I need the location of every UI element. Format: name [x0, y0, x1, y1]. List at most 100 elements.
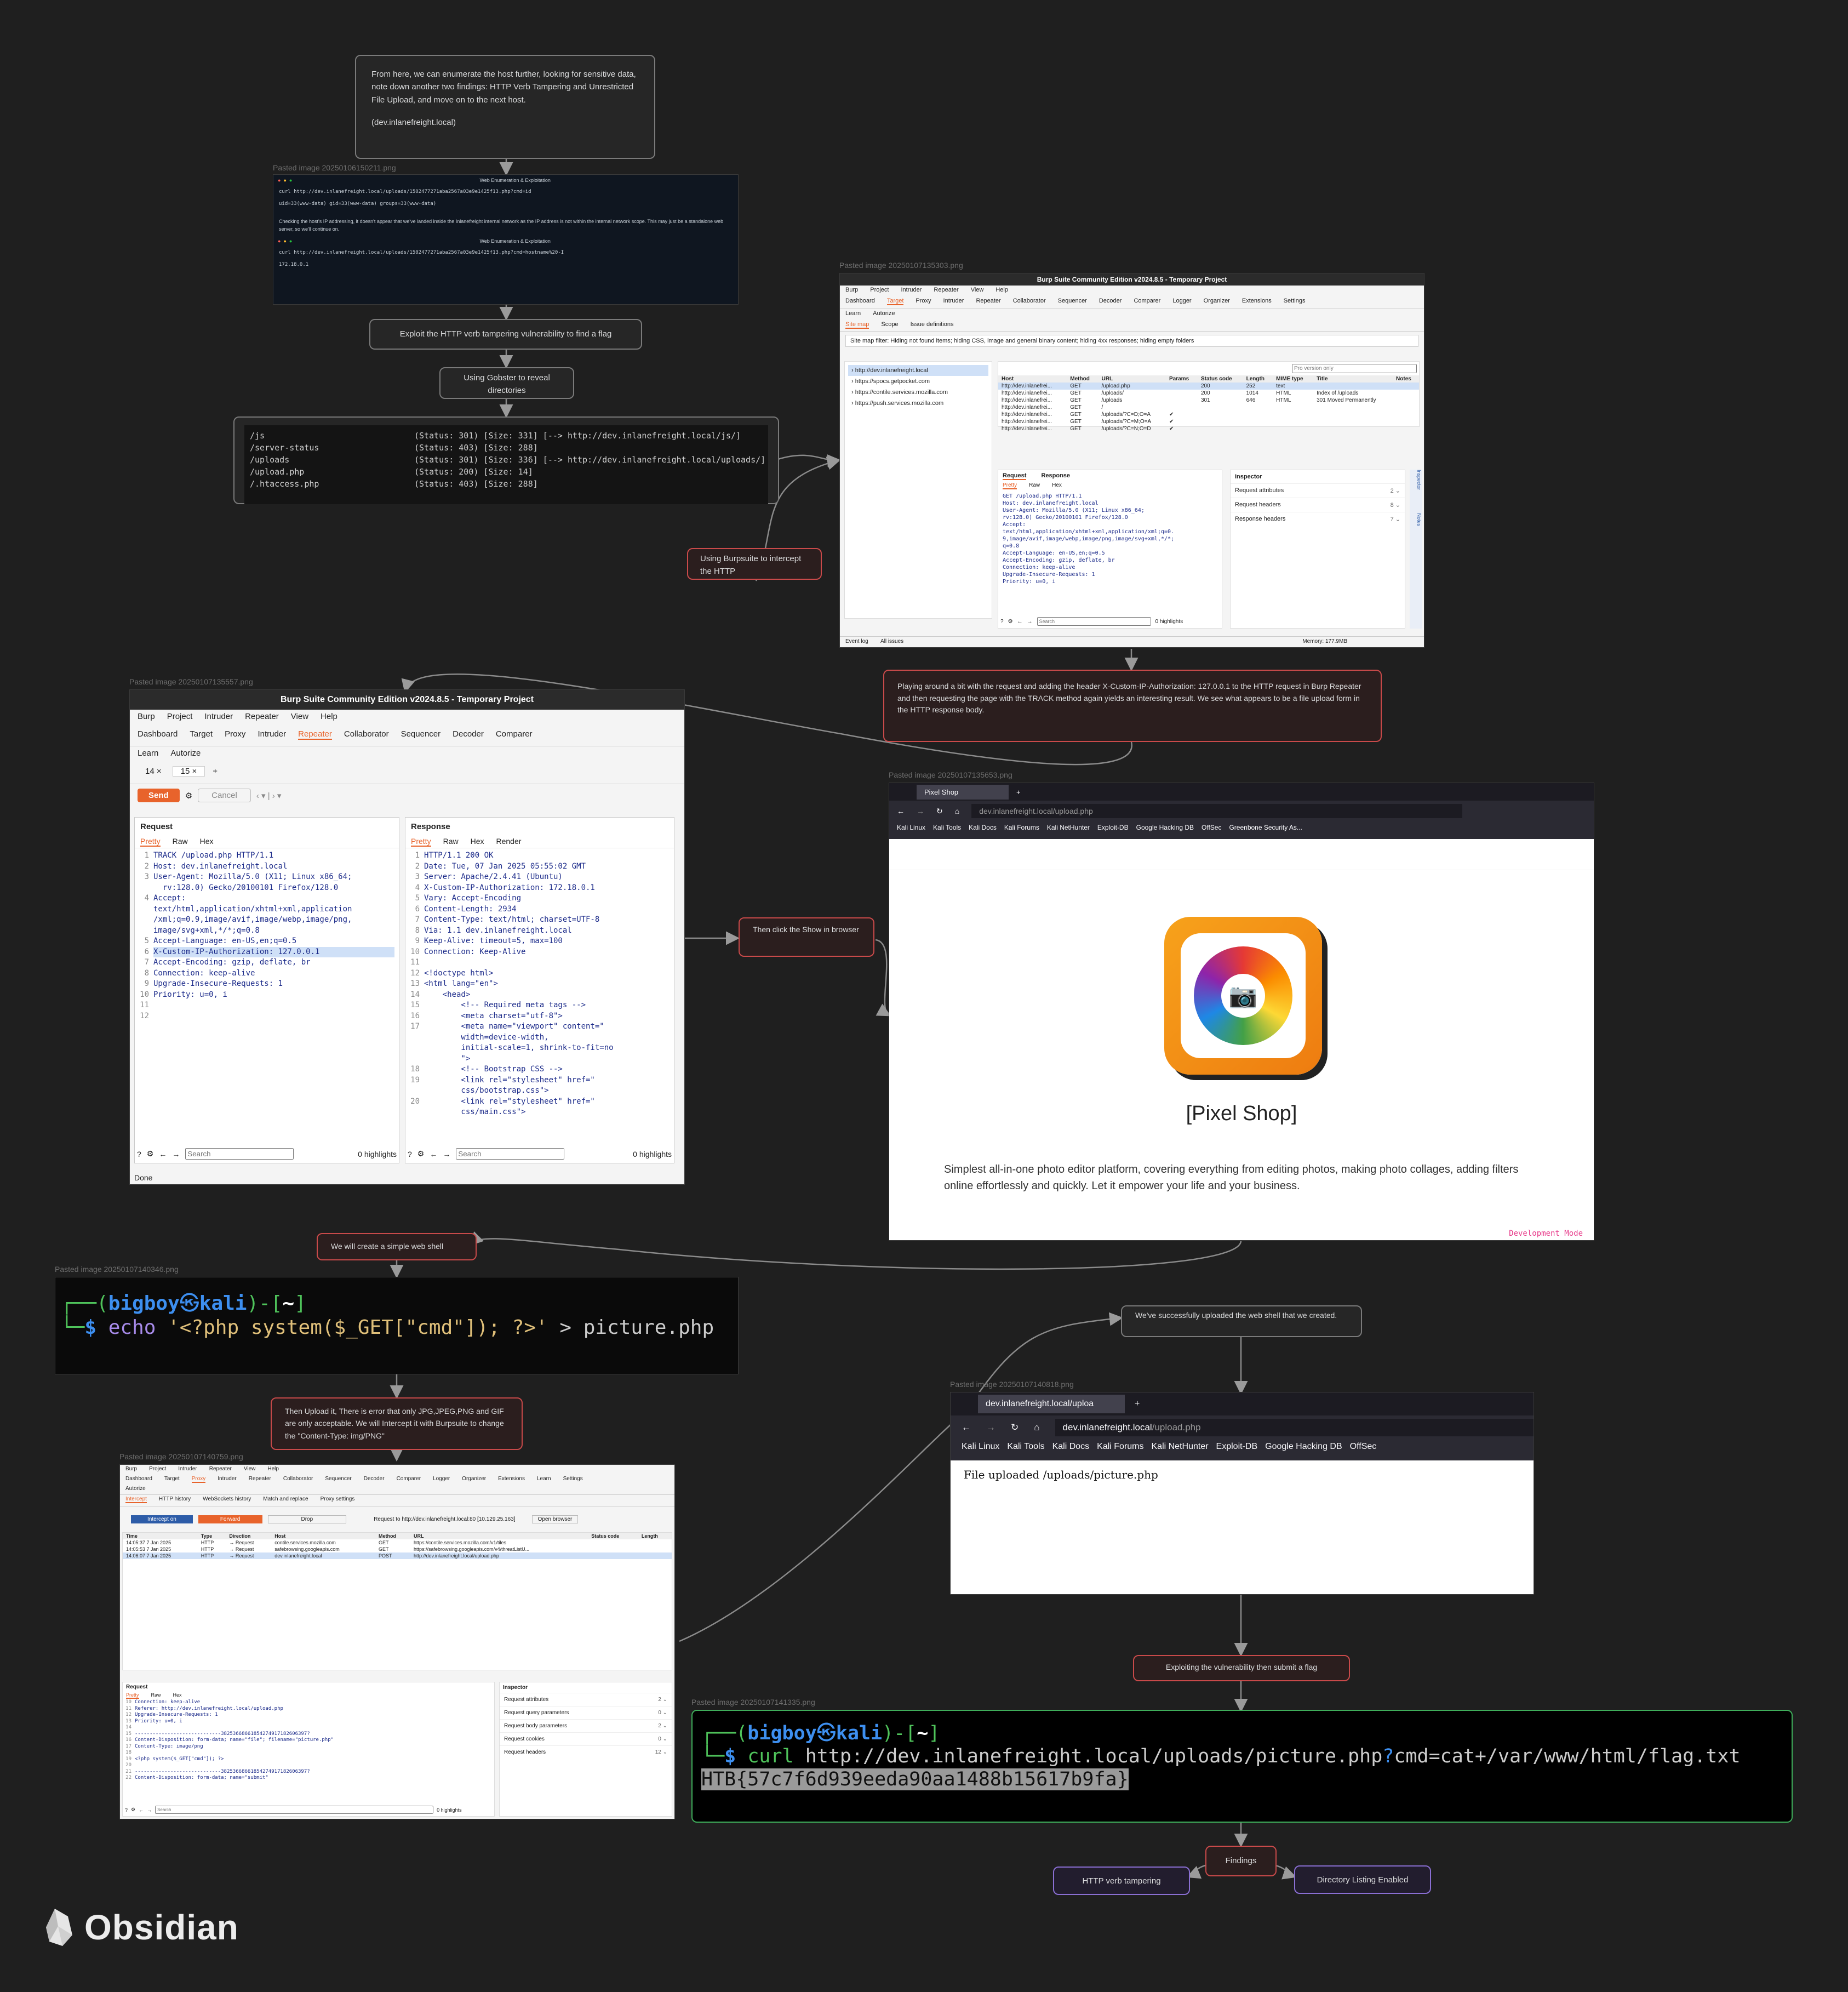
- main-tab[interactable]: Comparer: [496, 729, 533, 739]
- main-tab[interactable]: Logger: [433, 1476, 450, 1482]
- bookmark-item[interactable]: Kali Docs: [969, 824, 997, 831]
- secondary-tab[interactable]: Autorize: [125, 1486, 146, 1492]
- secondary-tab[interactable]: Autorize: [873, 310, 895, 317]
- table-header[interactable]: Length: [1243, 375, 1273, 383]
- table-row[interactable]: http://dev.inlanefrei... GET/uploads/?C=N…: [998, 425, 1419, 432]
- settings-icon[interactable]: ⚙: [131, 1807, 135, 1813]
- reload-icon[interactable]: ↻: [936, 807, 943, 816]
- main-tab[interactable]: Sequencer: [1058, 298, 1087, 304]
- bookmark-item[interactable]: Greenbone Security As...: [1229, 824, 1302, 831]
- sitemap-filter[interactable]: Site map filter: Hiding not found items;…: [845, 335, 1418, 347]
- view-tab[interactable]: Pretty: [126, 1692, 139, 1699]
- side-inspector[interactable]: Inspector: [1416, 470, 1422, 490]
- main-tab[interactable]: Comparer: [1134, 298, 1160, 304]
- menu-item[interactable]: Burp: [138, 712, 155, 721]
- menu-item[interactable]: Project: [167, 712, 193, 721]
- bookmark-item[interactable]: Exploit-DB: [1216, 1442, 1258, 1451]
- table-row[interactable]: http://dev.inlanefrei... GET/uploads 301 64…: [998, 397, 1419, 404]
- menu-item[interactable]: Repeater: [934, 287, 958, 293]
- subtab[interactable]: Site map: [845, 321, 869, 329]
- search-input[interactable]: [155, 1806, 434, 1814]
- main-tab[interactable]: Organizer: [1204, 298, 1230, 304]
- back-icon[interactable]: ←: [962, 1422, 971, 1433]
- open-browser-button[interactable]: Open browser: [531, 1515, 579, 1523]
- inspector-row[interactable]: Request headers 8 ⌄: [1231, 498, 1405, 512]
- secondary-tab[interactable]: Learn: [138, 749, 158, 758]
- menu-item[interactable]: Help: [321, 712, 337, 721]
- main-tab[interactable]: Intruder: [258, 729, 286, 739]
- main-tab[interactable]: Settings: [563, 1476, 583, 1482]
- table-row[interactable]: http://dev.inlanefrei... GET/upload.php 20…: [998, 383, 1419, 390]
- inspector-row[interactable]: Request body parameters 2 ⌄: [500, 1719, 672, 1732]
- bookmark-item[interactable]: Kali NetHunter: [1047, 824, 1090, 831]
- main-tab[interactable]: Learn: [537, 1476, 551, 1482]
- subtab[interactable]: Match and replace: [263, 1496, 308, 1502]
- main-tab[interactable]: Decoder: [453, 729, 484, 739]
- menu-item[interactable]: View: [244, 1466, 256, 1472]
- table-header[interactable]: Method: [375, 1533, 410, 1539]
- back-icon[interactable]: ←: [897, 807, 905, 815]
- inspector-row[interactable]: Request query parameters 0 ⌄: [500, 1706, 672, 1719]
- table-header[interactable]: Title: [1313, 375, 1393, 383]
- sitemap-node[interactable]: › https://push.services.mozilla.com: [848, 398, 988, 409]
- forward-icon[interactable]: →: [917, 807, 924, 815]
- table-header[interactable]: Method: [1067, 375, 1098, 383]
- main-tab[interactable]: Decoder: [364, 1476, 385, 1482]
- main-tab[interactable]: Collaborator: [344, 729, 389, 739]
- table-header[interactable]: Length: [638, 1533, 672, 1539]
- sitemap-node[interactable]: › https://spocs.getpocket.com: [848, 376, 988, 387]
- table-header[interactable]: URL: [410, 1533, 588, 1539]
- bookmark-item[interactable]: Kali Forums: [1097, 1442, 1143, 1451]
- main-tab[interactable]: Repeater: [249, 1476, 271, 1482]
- home-icon[interactable]: ⌂: [955, 807, 959, 815]
- send-button[interactable]: Send: [138, 789, 180, 802]
- table-header[interactable]: Host: [271, 1533, 375, 1539]
- repeater-tab[interactable]: 14 ×: [138, 767, 169, 776]
- view-tab[interactable]: Hex: [1052, 482, 1062, 488]
- inspector-row[interactable]: Request cookies 0 ⌄: [500, 1732, 672, 1745]
- response-tab[interactable]: Response: [1041, 472, 1070, 479]
- view-tab[interactable]: Raw: [443, 837, 459, 846]
- menu-item[interactable]: Project: [870, 287, 889, 293]
- sitemap-node[interactable]: › https://contile.services.mozilla.com: [848, 387, 988, 398]
- main-tab[interactable]: Extensions: [1242, 298, 1272, 304]
- main-tab[interactable]: Repeater: [298, 729, 332, 740]
- browser-tab[interactable]: Pixel Shop: [917, 784, 1009, 800]
- main-tab[interactable]: Sequencer: [401, 729, 441, 739]
- address-bar[interactable]: dev.inlanefreight.local/upload.php: [1055, 1419, 1534, 1436]
- subtab[interactable]: Intercept: [125, 1496, 147, 1503]
- forward-icon[interactable]: →: [172, 1150, 180, 1158]
- main-tab[interactable]: Comparer: [397, 1476, 421, 1482]
- table-header[interactable]: Direction: [226, 1533, 271, 1539]
- inspector-row[interactable]: Request attributes 2 ⌄: [500, 1693, 672, 1706]
- main-tab[interactable]: Collaborator: [1013, 298, 1046, 304]
- bookmark-item[interactable]: Kali Linux: [962, 1442, 999, 1451]
- help-icon[interactable]: ?: [408, 1150, 412, 1158]
- forward-icon[interactable]: →: [1027, 619, 1033, 625]
- table-header[interactable]: Params: [1166, 375, 1198, 383]
- table-row[interactable]: http://dev.inlanefrei... GET/uploads/200 1…: [998, 390, 1419, 397]
- history-nav[interactable]: ‹ ▾ | › ▾: [256, 791, 282, 801]
- sitemap-node[interactable]: › http://dev.inlanefreight.local: [848, 365, 988, 376]
- search-input[interactable]: [1037, 617, 1151, 626]
- menu-item[interactable]: Intruder: [178, 1466, 197, 1472]
- main-tab[interactable]: Dashboard: [138, 729, 178, 739]
- table-header[interactable]: Status code: [1198, 375, 1243, 383]
- view-tab[interactable]: Hex: [200, 837, 214, 846]
- main-tab[interactable]: Decoder: [1099, 298, 1122, 304]
- secondary-tab[interactable]: Learn: [845, 310, 861, 317]
- table-header[interactable]: Notes: [1393, 375, 1419, 383]
- bookmark-item[interactable]: Kali NetHunter: [1152, 1442, 1209, 1451]
- menu-item[interactable]: View: [291, 712, 308, 721]
- main-tab[interactable]: Intruder: [943, 298, 964, 304]
- cancel-button[interactable]: Cancel: [198, 789, 251, 802]
- settings-icon[interactable]: ⚙: [417, 1149, 425, 1158]
- view-tab[interactable]: Pretty: [140, 837, 161, 847]
- secondary-tab[interactable]: Autorize: [170, 749, 201, 758]
- bookmark-item[interactable]: OffSec: [1350, 1442, 1377, 1451]
- inspector-row[interactable]: Request headers 12 ⌄: [500, 1745, 672, 1759]
- forward-button[interactable]: Forward: [198, 1515, 262, 1523]
- menu-item[interactable]: Burp: [845, 287, 858, 293]
- reload-icon[interactable]: ↻: [1011, 1422, 1019, 1433]
- menu-item[interactable]: Repeater: [209, 1466, 232, 1472]
